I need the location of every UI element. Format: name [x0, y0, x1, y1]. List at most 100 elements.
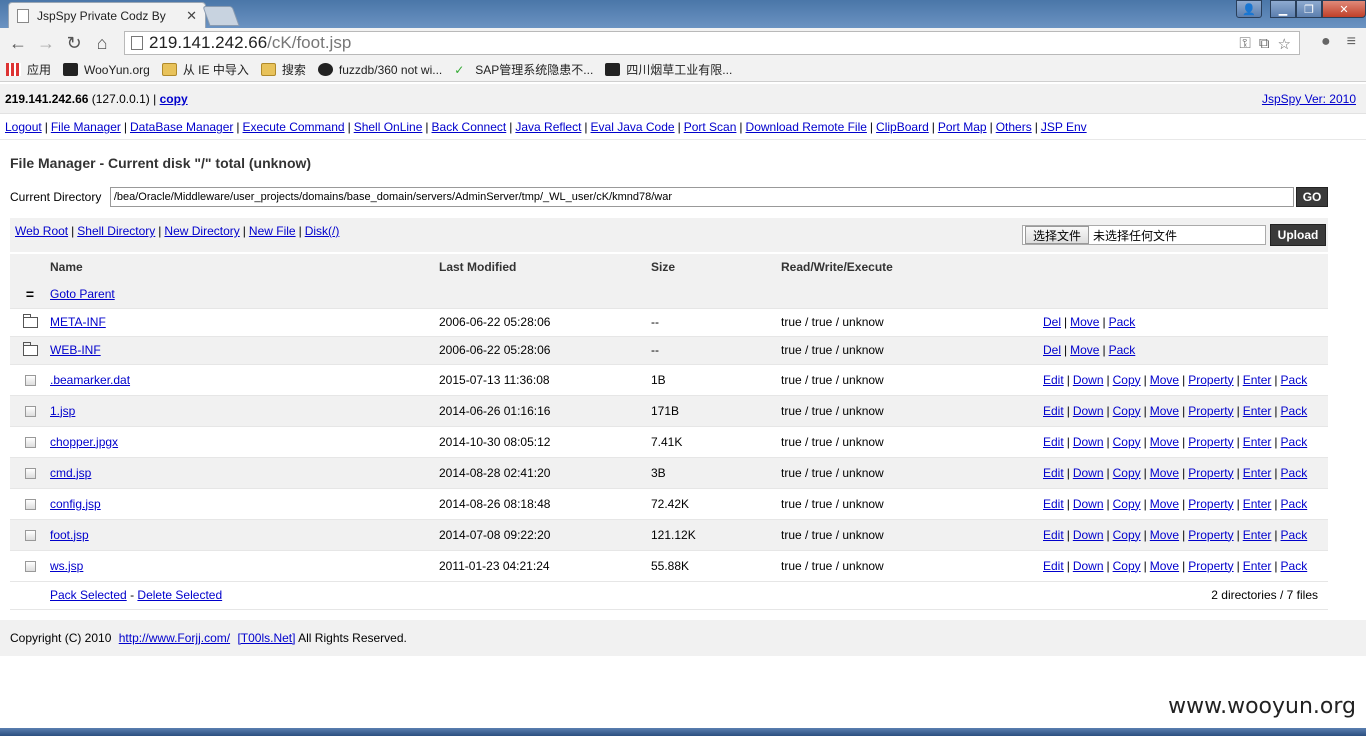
op-property[interactable]: Property [1188, 404, 1233, 418]
op-move[interactable]: Move [1150, 559, 1179, 573]
menu-others[interactable]: Others [996, 120, 1032, 134]
menu-database-manager[interactable]: DataBase Manager [130, 120, 233, 134]
row-checkbox[interactable] [24, 529, 36, 541]
op-copy[interactable]: Copy [1113, 528, 1141, 542]
op-pack[interactable]: Pack [1281, 466, 1308, 480]
op-edit[interactable]: Edit [1043, 435, 1064, 449]
bookmark-fuzzdb[interactable]: fuzzdb/360 not wi... [317, 63, 442, 77]
op-copy[interactable]: Copy [1113, 559, 1141, 573]
delete-selected-link[interactable]: Delete Selected [137, 588, 222, 602]
close-window-button[interactable]: ✕ [1322, 0, 1366, 18]
menu-logout[interactable]: Logout [5, 120, 42, 134]
minimize-button[interactable]: ▁ [1270, 0, 1296, 18]
menu-eval-java-code[interactable]: Eval Java Code [591, 120, 675, 134]
bookmark-wooyun[interactable]: WooYun.org [63, 63, 150, 77]
op-enter[interactable]: Enter [1243, 404, 1272, 418]
row-checkbox[interactable] [24, 498, 36, 510]
row-checkbox[interactable] [24, 374, 36, 386]
bookmark-apps[interactable]: 应用 [6, 61, 51, 78]
translate-icon[interactable]: ⧉ [1259, 35, 1270, 53]
forjj-link[interactable]: http://www.Forjj.com/ [119, 631, 230, 645]
op-del[interactable]: Del [1043, 343, 1061, 357]
file-link[interactable]: chopper.jpgx [50, 435, 118, 449]
version-link[interactable]: JspSpy Ver: 2010 [1262, 92, 1356, 106]
op-property[interactable]: Property [1188, 497, 1233, 511]
action-shell-directory[interactable]: Shell Directory [77, 224, 155, 238]
home-icon[interactable]: ⌂ [88, 33, 116, 54]
op-pack[interactable]: Pack [1281, 497, 1308, 511]
bookmark-folder-search[interactable]: 搜索 [260, 61, 306, 78]
op-pack[interactable]: Pack [1109, 315, 1136, 329]
choose-file-button[interactable]: 选择文件 [1025, 226, 1090, 244]
forward-arrow-icon[interactable]: → [32, 33, 60, 54]
cookie-extension-icon[interactable]: ● [1321, 33, 1331, 51]
goto-parent-link[interactable]: Goto Parent [50, 287, 115, 301]
action-disk[interactable]: Disk(/) [305, 224, 340, 238]
op-pack[interactable]: Pack [1281, 559, 1308, 573]
copy-link[interactable]: copy [160, 92, 188, 106]
bookmark-sichuan[interactable]: 四川烟草工业有限... [605, 61, 732, 78]
maximize-button[interactable]: ❐ [1296, 0, 1322, 18]
row-checkbox[interactable] [24, 467, 36, 479]
op-enter[interactable]: Enter [1243, 559, 1272, 573]
op-enter[interactable]: Enter [1243, 373, 1272, 387]
bookmark-star-icon[interactable]: ☆ [1278, 35, 1291, 53]
reload-icon[interactable]: ↻ [60, 33, 88, 54]
directory-link[interactable]: META-INF [50, 315, 106, 329]
op-enter[interactable]: Enter [1243, 435, 1272, 449]
op-edit[interactable]: Edit [1043, 559, 1064, 573]
back-arrow-icon[interactable]: ← [4, 33, 32, 54]
file-link[interactable]: cmd.jsp [50, 466, 91, 480]
op-copy[interactable]: Copy [1113, 373, 1141, 387]
file-link[interactable]: foot.jsp [50, 528, 89, 542]
upload-button[interactable]: Upload [1270, 224, 1326, 246]
file-link[interactable]: config.jsp [50, 497, 101, 511]
row-checkbox[interactable] [24, 405, 36, 417]
op-pack[interactable]: Pack [1281, 435, 1308, 449]
op-property[interactable]: Property [1188, 373, 1233, 387]
user-profile-icon[interactable]: 👤 [1236, 0, 1262, 18]
op-pack[interactable]: Pack [1281, 528, 1308, 542]
op-copy[interactable]: Copy [1113, 497, 1141, 511]
op-move[interactable]: Move [1070, 343, 1099, 357]
menu-icon[interactable]: ≡ [1347, 33, 1356, 51]
t00ls-link[interactable]: [T00ls.Net] [237, 631, 295, 645]
op-move[interactable]: Move [1150, 466, 1179, 480]
menu-port-scan[interactable]: Port Scan [684, 120, 737, 134]
file-link[interactable]: ws.jsp [50, 559, 83, 573]
action-new-file[interactable]: New File [249, 224, 296, 238]
key-icon[interactable]: ⚿ [1239, 35, 1250, 53]
op-down[interactable]: Down [1073, 497, 1104, 511]
op-enter[interactable]: Enter [1243, 528, 1272, 542]
menu-file-manager[interactable]: File Manager [51, 120, 121, 134]
new-tab-button[interactable] [202, 6, 240, 26]
op-enter[interactable]: Enter [1243, 466, 1272, 480]
address-bar[interactable]: 219.141.242.66/cK/foot.jsp ⚿ ⧉ ☆ [124, 31, 1300, 55]
menu-back-connect[interactable]: Back Connect [432, 120, 507, 134]
op-edit[interactable]: Edit [1043, 404, 1064, 418]
menu-clipboard[interactable]: ClipBoard [876, 120, 929, 134]
op-copy[interactable]: Copy [1113, 435, 1141, 449]
pack-selected-link[interactable]: Pack Selected [50, 588, 127, 602]
op-edit[interactable]: Edit [1043, 373, 1064, 387]
op-edit[interactable]: Edit [1043, 528, 1064, 542]
action-new-directory[interactable]: New Directory [164, 224, 239, 238]
op-move[interactable]: Move [1150, 404, 1179, 418]
op-down[interactable]: Down [1073, 373, 1104, 387]
op-edit[interactable]: Edit [1043, 497, 1064, 511]
directory-link[interactable]: WEB-INF [50, 343, 101, 357]
menu-java-reflect[interactable]: Java Reflect [515, 120, 581, 134]
go-button[interactable]: GO [1296, 187, 1328, 207]
op-move[interactable]: Move [1150, 497, 1179, 511]
menu-port-map[interactable]: Port Map [938, 120, 987, 134]
action-web-root[interactable]: Web Root [15, 224, 68, 238]
current-directory-input[interactable] [109, 187, 1295, 207]
op-copy[interactable]: Copy [1113, 404, 1141, 418]
op-down[interactable]: Down [1073, 466, 1104, 480]
op-pack[interactable]: Pack [1281, 373, 1308, 387]
bookmark-folder-ie[interactable]: 从 IE 中导入 [161, 61, 249, 78]
op-property[interactable]: Property [1188, 528, 1233, 542]
op-down[interactable]: Down [1073, 559, 1104, 573]
menu-download-remote-file[interactable]: Download Remote File [746, 120, 867, 134]
menu-jsp-env[interactable]: JSP Env [1041, 120, 1087, 134]
